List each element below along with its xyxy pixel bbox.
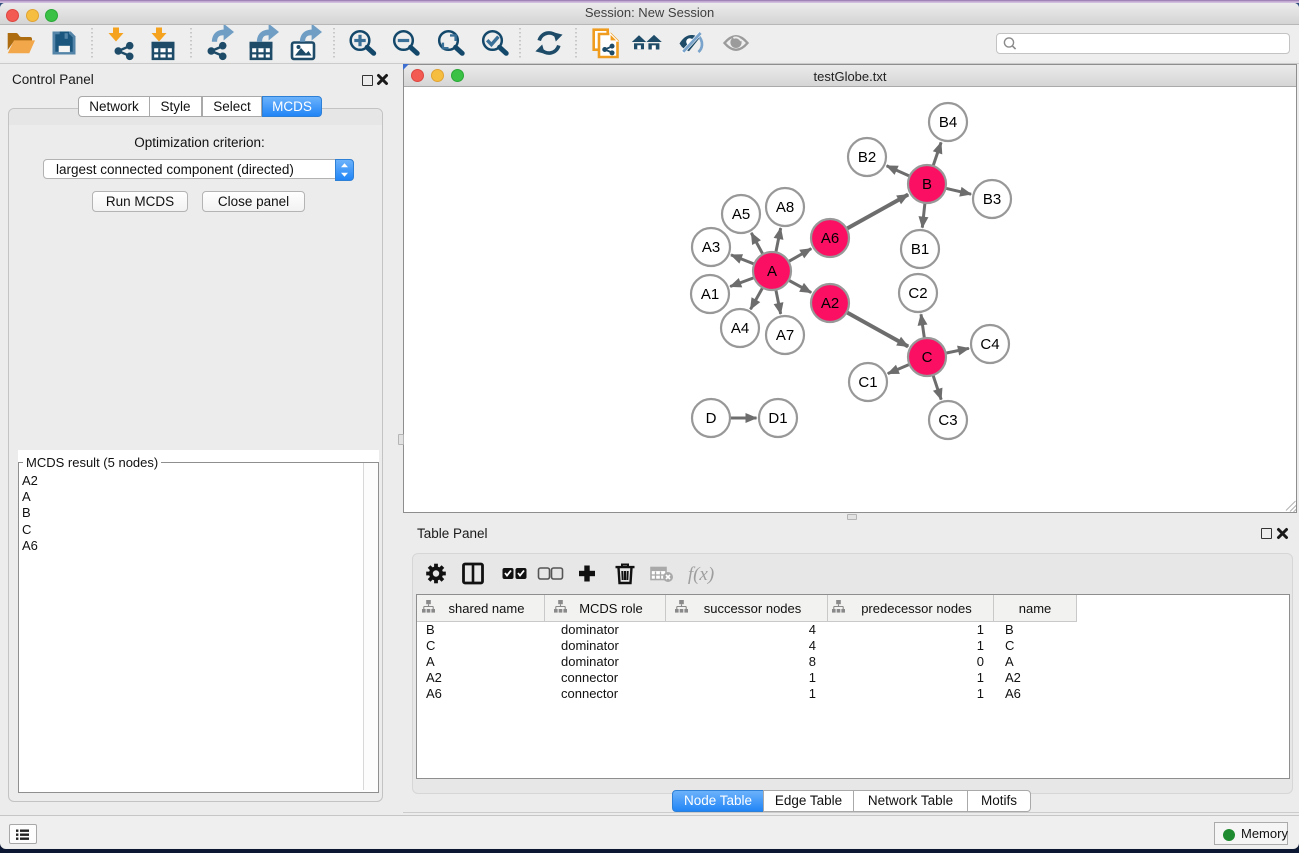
svg-text:C1: C1 [858, 374, 877, 391]
svg-text:D: D [706, 410, 717, 427]
svg-text:A2: A2 [821, 295, 839, 312]
svg-text:C: C [922, 349, 933, 366]
svg-text:C3: C3 [938, 412, 957, 429]
svg-text:C2: C2 [908, 285, 927, 302]
svg-text:A6: A6 [821, 230, 839, 247]
svg-text:B1: B1 [911, 241, 929, 258]
svg-text:B4: B4 [939, 114, 957, 131]
svg-text:B2: B2 [858, 149, 876, 166]
svg-text:A5: A5 [732, 206, 750, 223]
svg-text:B: B [922, 176, 932, 193]
svg-text:D1: D1 [768, 410, 787, 427]
svg-text:A: A [767, 263, 777, 280]
svg-text:A8: A8 [776, 199, 794, 216]
svg-text:A1: A1 [701, 286, 719, 303]
svg-text:A3: A3 [702, 239, 720, 256]
svg-text:B3: B3 [983, 191, 1001, 208]
svg-text:f(x): f(x) [688, 564, 714, 585]
svg-text:A7: A7 [776, 327, 794, 344]
svg-text:A4: A4 [731, 320, 749, 337]
svg-text:C4: C4 [980, 336, 999, 353]
